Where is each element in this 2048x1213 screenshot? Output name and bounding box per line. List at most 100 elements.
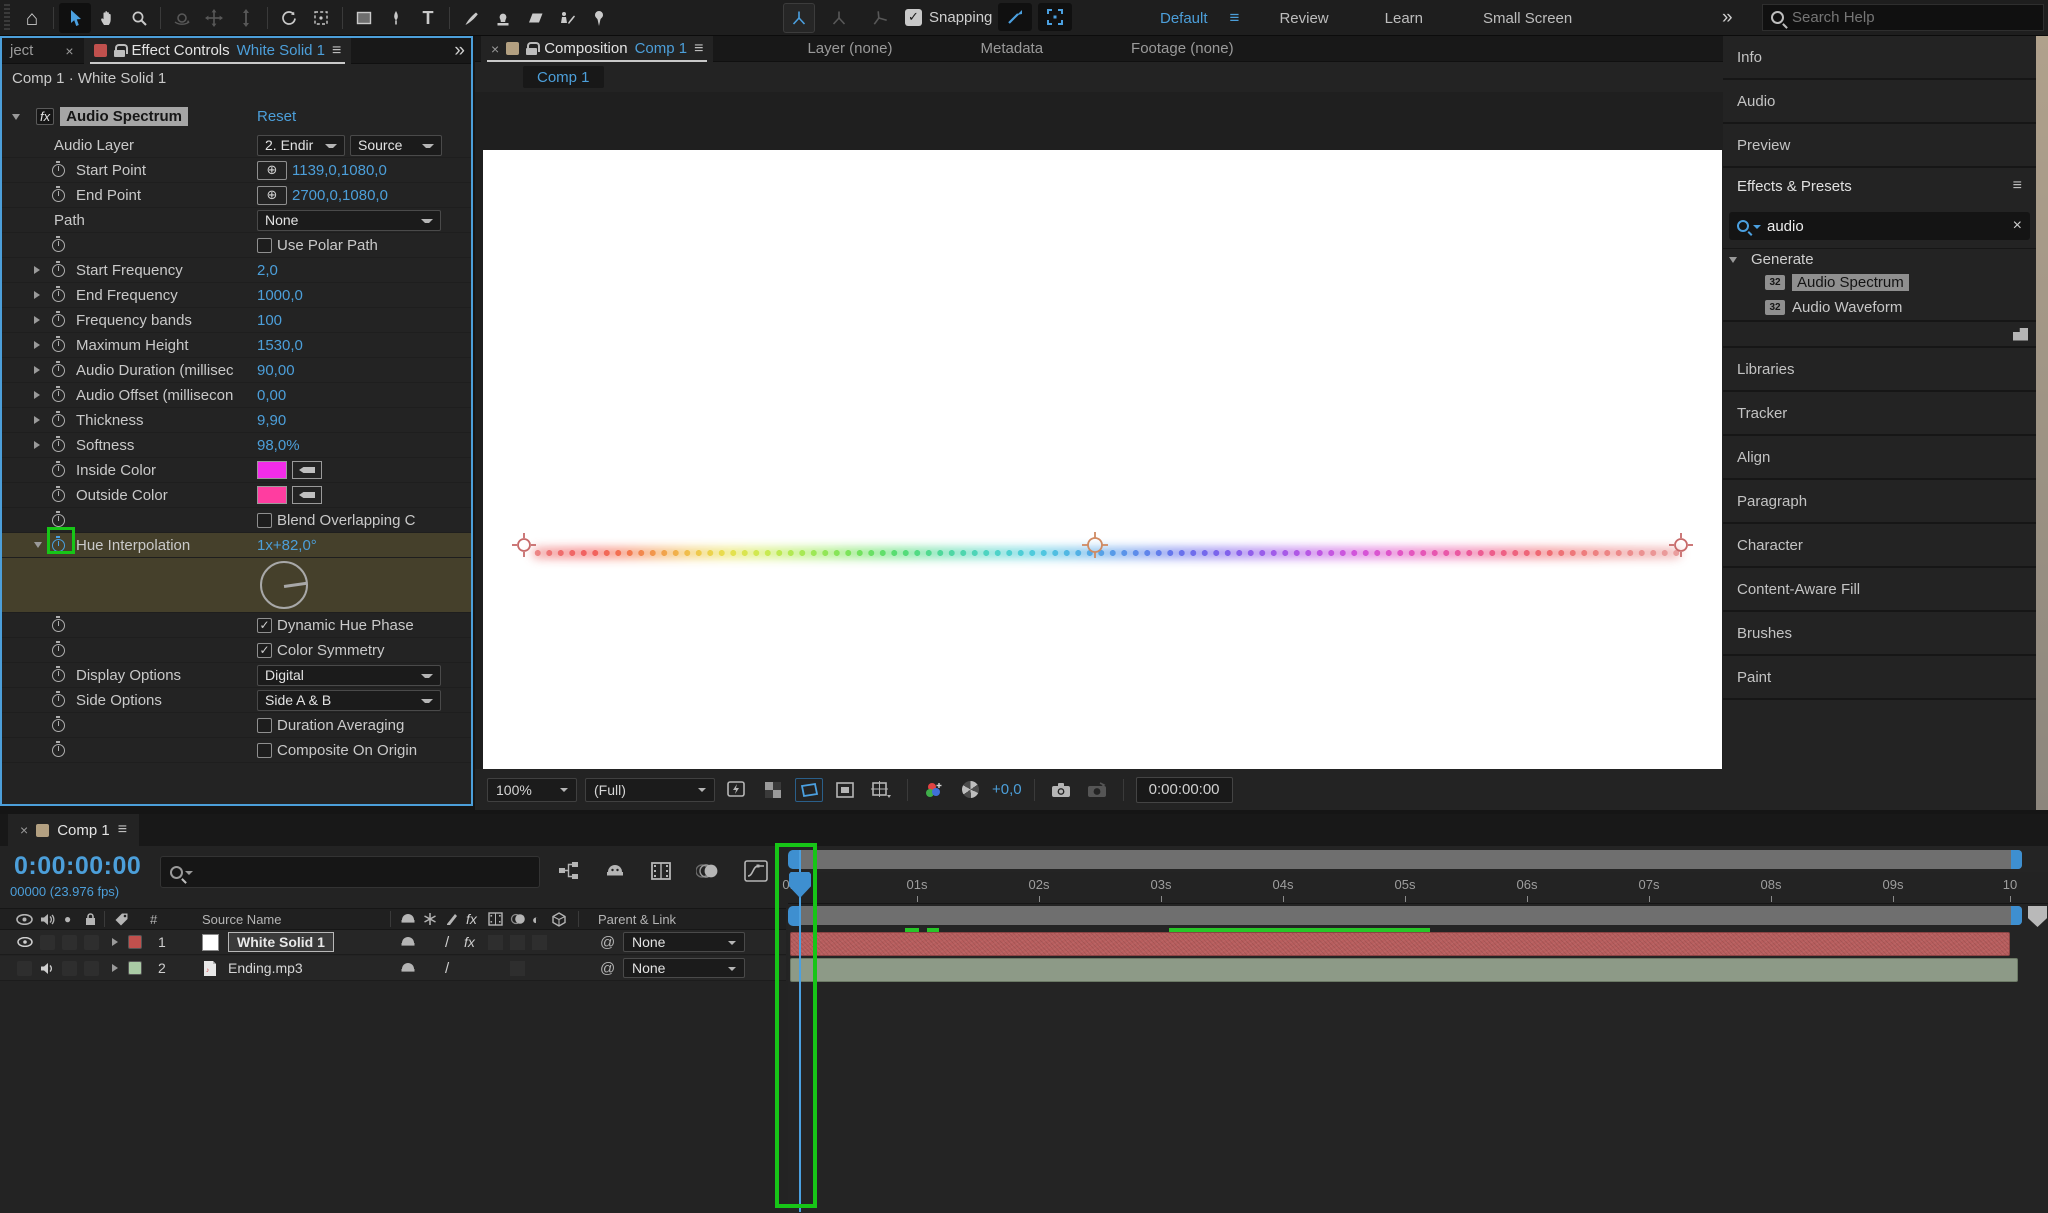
speaker-icon[interactable] — [40, 962, 55, 975]
effect-controls-tab[interactable]: Effect Controls White Solid 1 ≡ — [83, 37, 352, 64]
panel-group-overflow-icon[interactable]: » — [454, 40, 464, 62]
layer-label-swatch[interactable] — [128, 935, 142, 949]
stopwatch-icon[interactable] — [52, 460, 65, 477]
stopwatch-icon[interactable] — [52, 360, 65, 377]
quality-switch-icon[interactable] — [445, 912, 458, 926]
panel-header-tracker[interactable]: Tracker — [1723, 392, 2036, 436]
pickwhip-icon[interactable]: @ — [600, 960, 615, 977]
parent-dropdown[interactable]: None — [623, 932, 745, 952]
layer-tab[interactable]: Layer (none) — [793, 40, 906, 57]
stopwatch-icon[interactable] — [52, 715, 65, 732]
property-value[interactable]: 9,90 — [257, 412, 286, 429]
workspace-tab-review[interactable]: Review — [1279, 10, 1328, 27]
use-polar-path-checkbox[interactable] — [257, 237, 272, 253]
property-value[interactable]: 2,0 — [257, 262, 278, 279]
switch-well[interactable] — [510, 934, 525, 950]
hide-shy-layers-icon[interactable] — [604, 861, 626, 881]
graph-editor-icon[interactable] — [744, 860, 768, 882]
panel-header-preview[interactable]: Preview — [1723, 124, 2036, 168]
workspace-tab-small-screen[interactable]: Small Screen — [1483, 10, 1572, 27]
composition-tab[interactable]: × Composition Comp 1 ≡ — [481, 35, 714, 62]
motion-blur-switch-icon[interactable] — [510, 912, 526, 926]
workspace-menu-icon[interactable]: ≡ — [1230, 8, 1240, 28]
snapshot-camera-icon[interactable] — [1047, 778, 1075, 802]
motion-blur-icon[interactable] — [696, 861, 720, 881]
effect-item-audio-spectrum[interactable]: 32 Audio Spectrum — [1723, 270, 2036, 295]
shy-switch[interactable] — [400, 961, 416, 975]
twirl-icon[interactable] — [34, 291, 52, 299]
twirl-icon[interactable] — [34, 441, 52, 449]
path-dropdown[interactable]: None — [257, 209, 441, 231]
parent-dropdown[interactable]: None — [623, 958, 745, 978]
stopwatch-icon[interactable] — [52, 665, 65, 682]
selection-tool[interactable] — [59, 3, 91, 33]
adjustment-layer-switch-icon[interactable]: ◐ — [532, 912, 540, 927]
property-value[interactable]: 1139,0,1080,0 — [292, 162, 387, 179]
work-area-bar[interactable] — [790, 906, 2022, 925]
dolly-camera-tool[interactable] — [230, 3, 262, 33]
property-value[interactable]: 100 — [257, 312, 282, 329]
stopwatch-icon[interactable] — [52, 410, 65, 427]
effect-item-audio-waveform[interactable]: 32 Audio Waveform — [1723, 295, 2036, 320]
property-value[interactable]: 0,00 — [257, 387, 286, 404]
eye-icon[interactable] — [17, 937, 33, 947]
collapse-transformations-icon[interactable] — [423, 912, 437, 926]
video-column-icon[interactable] — [16, 913, 33, 925]
stopwatch-icon[interactable] — [52, 615, 65, 632]
effects-switch[interactable]: fx — [464, 934, 475, 950]
panel-header-align[interactable]: Align — [1723, 436, 2036, 480]
property-value[interactable]: 98,0% — [257, 437, 300, 454]
zoom-tool[interactable] — [123, 3, 155, 33]
twirl-icon[interactable] — [34, 542, 52, 548]
transparency-grid-icon[interactable] — [759, 778, 787, 802]
playhead-handle[interactable] — [788, 906, 799, 926]
switch-well[interactable] — [510, 960, 525, 976]
panel-header-info[interactable]: Info — [1723, 36, 2036, 80]
end-point-control-icon[interactable] — [1668, 532, 1694, 558]
fast-previews-icon[interactable] — [723, 778, 751, 802]
side-options-dropdown[interactable]: Side A & B — [257, 689, 441, 711]
rotate-tool[interactable] — [273, 3, 305, 33]
hue-interpolation-stopwatch-icon[interactable] — [52, 535, 65, 552]
stopwatch-icon[interactable] — [52, 235, 65, 252]
puppet-pin-tool[interactable] — [583, 3, 615, 33]
reset-button[interactable]: Reset — [257, 108, 296, 125]
snapping-checkbox[interactable]: ✓ — [905, 8, 922, 26]
solo-column-icon[interactable]: ● — [64, 912, 71, 926]
frame-blending-icon[interactable] — [650, 861, 672, 881]
layer-bar-white-solid[interactable] — [790, 932, 2010, 956]
composition-mini-flowchart-icon[interactable] — [558, 861, 580, 881]
snap-along-edges-button[interactable] — [998, 3, 1033, 31]
time-navigator-bar[interactable] — [790, 850, 2022, 869]
point-target-button[interactable]: ⊕ — [257, 160, 287, 180]
effect-name[interactable]: Audio Spectrum — [60, 107, 188, 126]
property-value[interactable]: 1000,0 — [257, 287, 303, 304]
footage-tab[interactable]: Footage (none) — [1117, 40, 1248, 57]
home-icon[interactable]: ⌂ — [16, 3, 48, 33]
layer-name[interactable]: Ending.mp3 — [228, 960, 303, 976]
property-value[interactable]: 2700,0,1080,0 — [292, 187, 388, 204]
panel-header-libraries[interactable]: Libraries — [1723, 348, 2036, 392]
property-value[interactable]: 1530,0 — [257, 337, 303, 354]
stopwatch-icon[interactable] — [52, 510, 65, 527]
color-symmetry-checkbox[interactable]: ✓ — [257, 642, 272, 658]
inside-color-swatch[interactable] — [257, 461, 287, 479]
stopwatch-icon[interactable] — [52, 160, 65, 177]
frame-blend-switch-icon[interactable] — [488, 912, 503, 926]
panel-header-effects-presets[interactable]: Effects & Presets ≡ — [1723, 168, 2036, 204]
solo-toggle-well[interactable] — [62, 934, 77, 950]
stopwatch-icon[interactable] — [52, 690, 65, 707]
audio-column-icon[interactable] — [40, 913, 55, 926]
effects-group-generate[interactable]: Generate — [1723, 248, 2036, 270]
display-options-dropdown[interactable]: Digital — [257, 664, 441, 686]
timeline-search-input[interactable] — [197, 864, 497, 880]
twirl-icon[interactable] — [34, 416, 52, 424]
eyedropper-icon[interactable] — [292, 486, 322, 504]
stopwatch-icon[interactable] — [52, 435, 65, 452]
stopwatch-icon[interactable] — [52, 385, 65, 402]
effects-switch-icon[interactable]: fx — [466, 911, 477, 927]
panel-header-brushes[interactable]: Brushes — [1723, 612, 2036, 656]
local-axis-mode-icon[interactable] — [783, 3, 815, 33]
stopwatch-icon[interactable] — [52, 335, 65, 352]
stopwatch-icon[interactable] — [52, 185, 65, 202]
